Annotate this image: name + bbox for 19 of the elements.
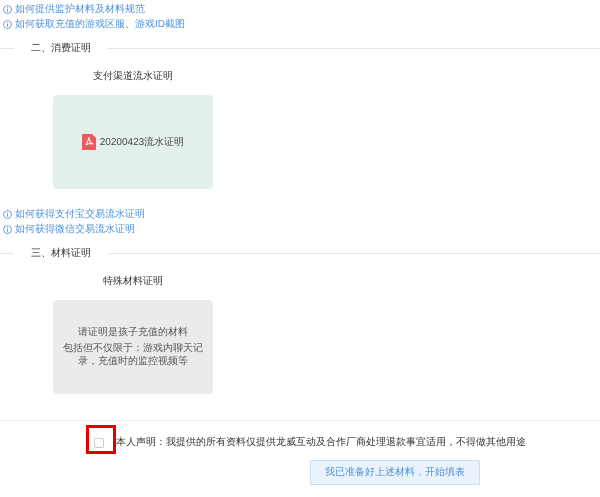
help-link[interactable]: 如何获得支付宝交易流水证明 (15, 207, 145, 222)
help-link[interactable]: 如何获取充值的游戏区服、游戏ID截图 (15, 17, 185, 32)
start-button[interactable]: 我已准备好上述材料，开始填表 (310, 460, 480, 485)
declaration-text: 本人声明：我提供的所有资料仅提供龙威互动及合作厂商处理退款事宜适用，不得做其他用途 (116, 436, 526, 450)
card-label: 支付渠道流水证明 (93, 70, 173, 83)
help-link[interactable]: 如何提供监护材料及材料规范 (15, 2, 145, 17)
checkbox[interactable] (94, 438, 104, 448)
info-icon (3, 5, 12, 14)
pdf-file-icon (82, 134, 96, 150)
section-title: 二、消费证明 (30, 42, 92, 56)
hint-text: 包括但不仅限于：游戏内聊天记录，充值时的监控视频等 (62, 342, 204, 368)
card-label: 特殊材料证明 (103, 274, 163, 288)
help-link[interactable]: 如何获得微信交易流水证明 (15, 222, 135, 237)
info-icon (3, 20, 12, 29)
section-title: 三、材料证明 (30, 246, 92, 260)
hint-text: 请证明是孩子充值的材料 (78, 326, 188, 339)
info-icon (3, 210, 12, 219)
info-icon (3, 225, 12, 234)
file-name: 20200423流水证明 (100, 136, 184, 150)
